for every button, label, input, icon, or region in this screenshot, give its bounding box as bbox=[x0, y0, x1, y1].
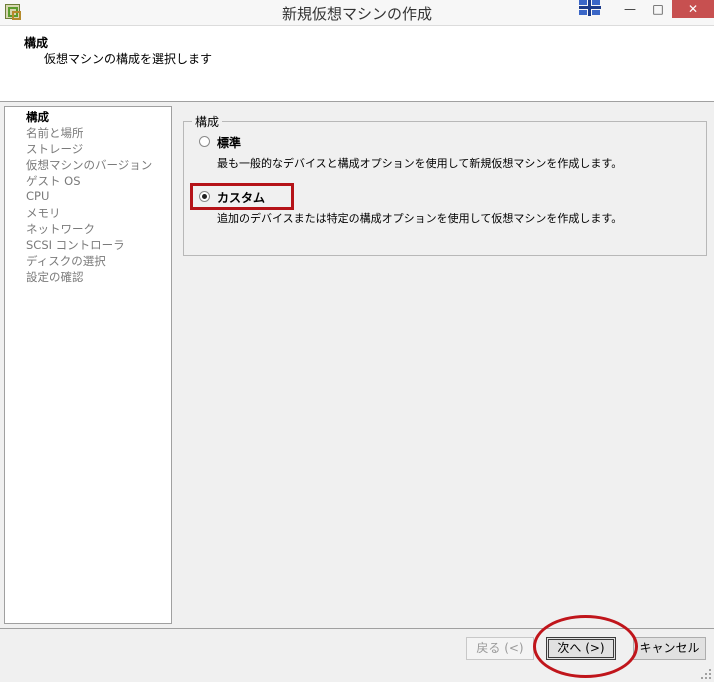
step-memory[interactable]: メモリ bbox=[26, 205, 61, 221]
step-scsi-controller[interactable]: SCSI コントローラ bbox=[26, 237, 125, 253]
wizard-header: 構成 仮想マシンの構成を選択します bbox=[0, 26, 714, 102]
minimize-button[interactable]: — bbox=[617, 0, 643, 18]
typical-option-label[interactable]: 標準 bbox=[217, 134, 241, 151]
step-storage[interactable]: ストレージ bbox=[26, 141, 83, 157]
typical-option-description: 最も一般的なデバイスと構成オプションを使用して新規仮想マシンを作成します。 bbox=[217, 157, 623, 170]
custom-option-annotation-box bbox=[190, 183, 294, 210]
wizard-steps-sidebar: 構成 名前と場所 ストレージ 仮想マシンのバージョン ゲスト OS CPU メモ… bbox=[4, 106, 172, 624]
step-disk-selection[interactable]: ディスクの選択 bbox=[26, 253, 106, 269]
close-button[interactable]: ✕ bbox=[672, 0, 714, 18]
step-vm-version[interactable]: 仮想マシンのバージョン bbox=[26, 157, 152, 173]
cancel-button[interactable]: キャンセル bbox=[633, 637, 706, 660]
step-name-location[interactable]: 名前と場所 bbox=[26, 125, 84, 141]
step-review-settings[interactable]: 設定の確認 bbox=[26, 269, 84, 285]
network-icon bbox=[579, 0, 601, 16]
next-button-annotation-circle bbox=[533, 615, 638, 678]
maximize-button[interactable]: □ bbox=[645, 0, 671, 18]
configuration-group-legend: 構成 bbox=[192, 113, 223, 130]
page-subtitle: 仮想マシンの構成を選択します bbox=[44, 52, 213, 66]
typical-radio[interactable] bbox=[199, 136, 210, 147]
step-network[interactable]: ネットワーク bbox=[26, 221, 95, 237]
window-title: 新規仮想マシンの作成 bbox=[281, 5, 432, 23]
page-title: 構成 bbox=[24, 36, 49, 50]
title-bar: 新規仮想マシンの作成 — □ ✕ bbox=[0, 0, 714, 26]
step-configuration[interactable]: 構成 bbox=[26, 109, 49, 125]
resize-grip-icon[interactable] bbox=[700, 668, 712, 680]
back-button[interactable]: 戻る (<) bbox=[466, 637, 534, 660]
step-guest-os[interactable]: ゲスト OS bbox=[26, 173, 81, 189]
custom-option-description: 追加のデバイスまたは特定の構成オプションを使用して仮想マシンを作成します。 bbox=[217, 212, 623, 225]
step-cpu[interactable]: CPU bbox=[26, 189, 49, 203]
